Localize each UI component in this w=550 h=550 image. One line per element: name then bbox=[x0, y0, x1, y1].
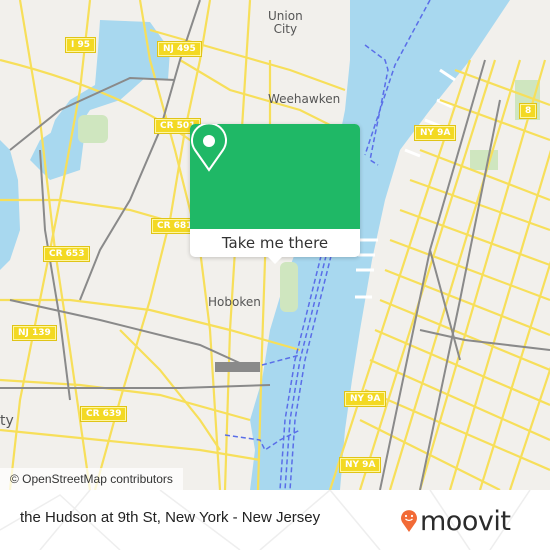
route-shield-8: 8 bbox=[520, 104, 537, 118]
route-shield-cr653: CR 653 bbox=[44, 247, 90, 261]
moovit-wordmark: moovit bbox=[420, 505, 511, 537]
route-shield-i95: I 95 bbox=[66, 38, 96, 52]
route-shield-cr639: CR 639 bbox=[81, 407, 127, 421]
take-me-there-button[interactable]: Take me there bbox=[190, 229, 360, 257]
park bbox=[78, 115, 108, 143]
route-shield-ny9a: NY 9A bbox=[415, 126, 456, 140]
location-title: the Hudson at 9th St, New York - New Jer… bbox=[20, 509, 321, 526]
footer: the Hudson at 9th St, New York - New Jer… bbox=[0, 490, 550, 550]
route-shield-ny9a: NY 9A bbox=[345, 392, 386, 406]
moovit-logo[interactable]: moovit bbox=[400, 501, 511, 541]
river-west bbox=[0, 140, 20, 270]
map-attribution[interactable]: © OpenStreetMap contributors bbox=[0, 468, 183, 490]
popup-header[interactable] bbox=[190, 124, 360, 229]
place-label-union-city: Union City bbox=[268, 9, 303, 36]
location-popup[interactable]: Take me there bbox=[190, 124, 360, 264]
route-shield-ny9a: NY 9A bbox=[340, 458, 381, 472]
park bbox=[280, 262, 298, 312]
map-pin-icon bbox=[191, 124, 227, 172]
route-shield-nj495: NJ 495 bbox=[158, 42, 201, 56]
place-label-hoboken: Hoboken bbox=[208, 295, 261, 309]
popup-pointer bbox=[268, 257, 282, 264]
map[interactable]: Union City Weehawken Hoboken ty I 95 NJ 4… bbox=[0, 0, 550, 490]
hoboken-terminal bbox=[215, 362, 260, 372]
lake-south bbox=[30, 120, 85, 180]
moovit-pin-icon bbox=[401, 510, 417, 532]
park bbox=[470, 150, 498, 170]
route-shield-nj139: NJ 139 bbox=[13, 326, 56, 340]
place-label-weehawken: Weehawken bbox=[268, 92, 341, 106]
place-label-jersey-city: ty bbox=[0, 413, 14, 429]
